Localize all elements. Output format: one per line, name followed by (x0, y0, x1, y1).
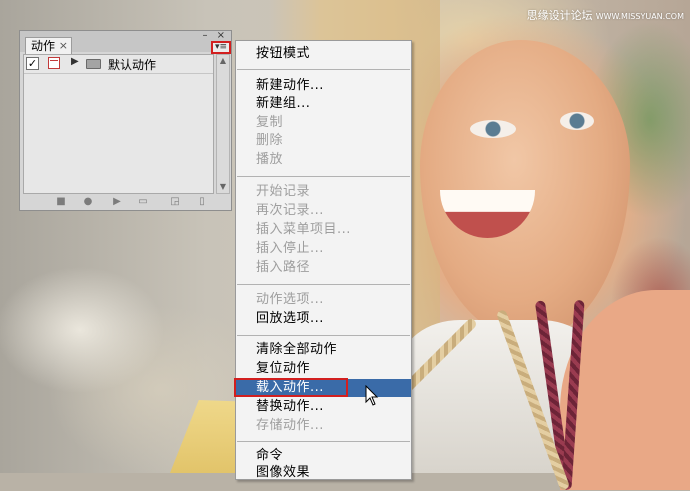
expand-arrow-icon[interactable]: ▶ (71, 56, 79, 67)
menu-item-load-actions[interactable]: 载入动作... (234, 378, 411, 397)
menu-item-play[interactable]: 播放 (236, 151, 411, 169)
folder-icon[interactable]: ▭ (138, 197, 148, 207)
folder-icon (86, 59, 101, 69)
tab-actions-label: 动作 (31, 39, 56, 53)
photo-eye-right (560, 112, 594, 130)
actions-panel: 动作 × – × ▾≡ ✓ ▶ 默认动作 ▲ ▼ ■ ● ▶ ▭ ◲ ▯ (19, 30, 232, 211)
menu-item-save-actions[interactable]: 存储动作... (236, 417, 411, 435)
menu-item-playback-options[interactable]: 回放选项... (236, 310, 411, 328)
scrollbar[interactable]: ▲ ▼ (216, 54, 230, 194)
mouse-pointer-icon (365, 385, 379, 406)
menu-separator (237, 335, 410, 336)
stop-icon[interactable]: ■ (56, 197, 66, 207)
scroll-up-icon[interactable]: ▲ (217, 55, 229, 67)
menu-separator (237, 176, 410, 177)
panel-flyout-menu: 按钮模式 新建动作... 新建组... 复制 删除 播放 开始记录 再次记录..… (234, 40, 412, 482)
tab-actions[interactable]: 动作 × (25, 37, 72, 54)
record-icon[interactable]: ● (83, 197, 93, 207)
watermark: 思缘设计论坛 WWW.MISSYUAN.COM (527, 7, 684, 23)
photo-eye-left (470, 120, 516, 138)
menu-item-button-mode[interactable]: 按钮模式 (236, 45, 411, 63)
menu-item-start-recording[interactable]: 开始记录 (236, 183, 411, 201)
menu-item-record-again[interactable]: 再次记录... (236, 202, 411, 220)
toggle-checkbox[interactable]: ✓ (26, 57, 39, 70)
scroll-down-icon[interactable]: ▼ (217, 181, 229, 193)
new-action-icon[interactable]: ◲ (170, 197, 180, 207)
menu-separator (237, 284, 410, 285)
menu-item-action-options[interactable]: 动作选项... (236, 291, 411, 309)
menu-item-duplicate[interactable]: 复制 (236, 114, 411, 132)
menu-item-reset-actions[interactable]: 复位动作 (236, 360, 411, 378)
list-item[interactable]: ✓ ▶ 默认动作 (24, 55, 213, 74)
tab-close-icon[interactable]: × (59, 38, 68, 54)
play-icon[interactable]: ▶ (112, 197, 122, 207)
menu-item-new-set[interactable]: 新建组... (236, 95, 411, 113)
menu-item-commands[interactable]: 命令 (236, 447, 411, 465)
dialog-toggle-icon[interactable] (48, 57, 60, 69)
menu-item-replace-actions[interactable]: 替换动作... (236, 398, 411, 416)
menu-separator (237, 441, 410, 442)
menu-item-clear-all-actions[interactable]: 清除全部动作 (236, 341, 411, 359)
menu-item-insert-path[interactable]: 插入路径 (236, 259, 411, 277)
menu-item-image-effects[interactable]: 图像效果 (236, 464, 411, 482)
menu-item-new-action[interactable]: 新建动作... (236, 77, 411, 95)
panel-menu-button[interactable]: ▾≡ (211, 41, 231, 54)
watermark-url: WWW.MISSYUAN.COM (595, 12, 684, 21)
menu-item-insert-stop[interactable]: 插入停止... (236, 240, 411, 258)
action-set-label: 默认动作 (108, 58, 157, 72)
delete-icon[interactable]: ▯ (197, 197, 207, 207)
panel-toolbar: ■ ● ▶ ▭ ◲ ▯ (20, 194, 231, 210)
menu-separator (237, 69, 410, 70)
window-controls[interactable]: – × (202, 30, 228, 41)
actions-list: ✓ ▶ 默认动作 (23, 54, 214, 194)
menu-item-delete[interactable]: 删除 (236, 132, 411, 150)
watermark-text: 思缘设计论坛 (526, 9, 593, 22)
menu-item-insert-menu-item[interactable]: 插入菜单项目... (236, 221, 411, 239)
